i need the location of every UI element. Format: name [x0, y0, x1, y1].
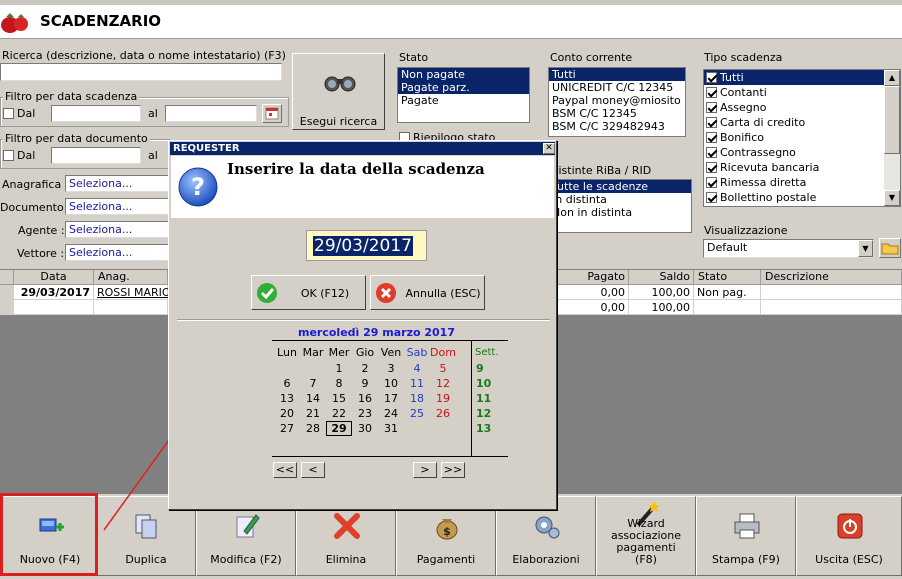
- calendar-table: Lun Mar Mer Gio Ven Sab Dom 1 2 3 4 5 6 7 8 9 10 11 12 13 14…: [274, 344, 456, 436]
- calendar-day[interactable]: 17: [378, 391, 404, 406]
- ok-button[interactable]: OK (F12): [251, 275, 366, 310]
- calendar-day[interactable]: 5: [430, 361, 456, 376]
- calendar-day[interactable]: 27: [274, 421, 300, 436]
- calendar-divider-top: [272, 340, 508, 341]
- prev-year-button[interactable]: <<: [273, 462, 297, 478]
- requester-dialog: REQUESTER ✕ ? Inserire la data della sca…: [168, 140, 557, 510]
- annulla-button[interactable]: Annulla (ESC): [370, 275, 485, 310]
- calendar-day[interactable]: 22: [326, 406, 352, 421]
- week-column: Sett. 9 10 11 12 13: [475, 344, 505, 436]
- calendar-divider-bottom: [272, 456, 508, 457]
- calendar-day[interactable]: 13: [274, 391, 300, 406]
- week-number: 10: [476, 377, 492, 390]
- calendar-day[interactable]: 12: [430, 376, 456, 391]
- svg-text:?: ?: [191, 173, 205, 201]
- calendar-day-header: Sab: [406, 346, 428, 359]
- dialog-titlebar: REQUESTER: [170, 142, 555, 155]
- calendar-day[interactable]: 8: [326, 376, 352, 391]
- date-input-value: 29/03/2017: [313, 236, 413, 256]
- calendar-day[interactable]: 25: [404, 406, 430, 421]
- date-input[interactable]: 29/03/2017: [306, 230, 427, 261]
- calendar-day[interactable]: 16: [352, 391, 378, 406]
- calendar-day[interactable]: 18: [404, 391, 430, 406]
- calendar-day: [300, 361, 326, 376]
- calendar-day[interactable]: 30: [352, 421, 378, 436]
- calendar-day[interactable]: 1: [326, 361, 352, 376]
- annulla-label: Annulla (ESC): [405, 287, 481, 300]
- calendar-day[interactable]: 29: [326, 421, 352, 436]
- check-icon: [256, 282, 278, 304]
- week-number: 12: [476, 407, 492, 420]
- prev-month-button[interactable]: <: [301, 462, 325, 478]
- week-number: 9: [476, 362, 484, 375]
- calendar-day[interactable]: 4: [404, 361, 430, 376]
- calendar-day-header: Mer: [328, 346, 350, 359]
- week-number: 11: [476, 392, 492, 405]
- calendar-day-header: Lun: [277, 346, 297, 359]
- calendar-day[interactable]: 19: [430, 391, 456, 406]
- calendar-grid: Lun Mar Mer Gio Ven Sab Dom 1 2 3 4 5 6 7 8 9 10 11 12 13 14…: [274, 344, 456, 436]
- calendar-day: [274, 361, 300, 376]
- calendar-day[interactable]: 10: [378, 376, 404, 391]
- calendar-day[interactable]: 24: [378, 406, 404, 421]
- calendar-day[interactable]: 14: [300, 391, 326, 406]
- calendar-day[interactable]: 11: [404, 376, 430, 391]
- calendar-day-header: Ven: [380, 346, 402, 359]
- calendar-day[interactable]: 15: [326, 391, 352, 406]
- calendar-day[interactable]: 3: [378, 361, 404, 376]
- calendar-day[interactable]: 7: [300, 376, 326, 391]
- calendar-day[interactable]: 26: [430, 406, 456, 421]
- dialog-header-panel: ? Inserire la data della scadenza: [171, 156, 554, 218]
- calendar-day: [430, 421, 456, 436]
- calendar-header: mercoledì 29 marzo 2017: [298, 326, 455, 339]
- calendar-day: [404, 421, 430, 436]
- dialog-title: REQUESTER: [173, 143, 240, 154]
- calendar-day[interactable]: 9: [352, 376, 378, 391]
- calendar-day[interactable]: 23: [352, 406, 378, 421]
- next-month-button[interactable]: >: [413, 462, 437, 478]
- next-year-button[interactable]: >>: [441, 462, 465, 478]
- calendar-day-header: Dom: [430, 346, 456, 359]
- calendar-day[interactable]: 20: [274, 406, 300, 421]
- week-header: Sett.: [475, 347, 499, 358]
- calendar-day-header: Gio: [355, 346, 375, 359]
- week-number: 13: [476, 422, 492, 435]
- dialog-separator: [177, 319, 550, 321]
- cancel-icon: [375, 282, 397, 304]
- question-icon: ?: [177, 166, 219, 208]
- dialog-close-button[interactable]: ✕: [543, 143, 555, 154]
- calendar-day[interactable]: 28: [300, 421, 326, 436]
- calendar-day[interactable]: 21: [300, 406, 326, 421]
- calendar-day[interactable]: 2: [352, 361, 378, 376]
- calendar-day-header: Mar: [302, 346, 324, 359]
- calendar-day[interactable]: 6: [274, 376, 300, 391]
- ok-label: OK (F12): [300, 287, 350, 300]
- dialog-prompt: Inserire la data della scadenza: [227, 160, 485, 178]
- calendar-divider-vertical: [471, 340, 472, 456]
- calendar-day[interactable]: 31: [378, 421, 404, 436]
